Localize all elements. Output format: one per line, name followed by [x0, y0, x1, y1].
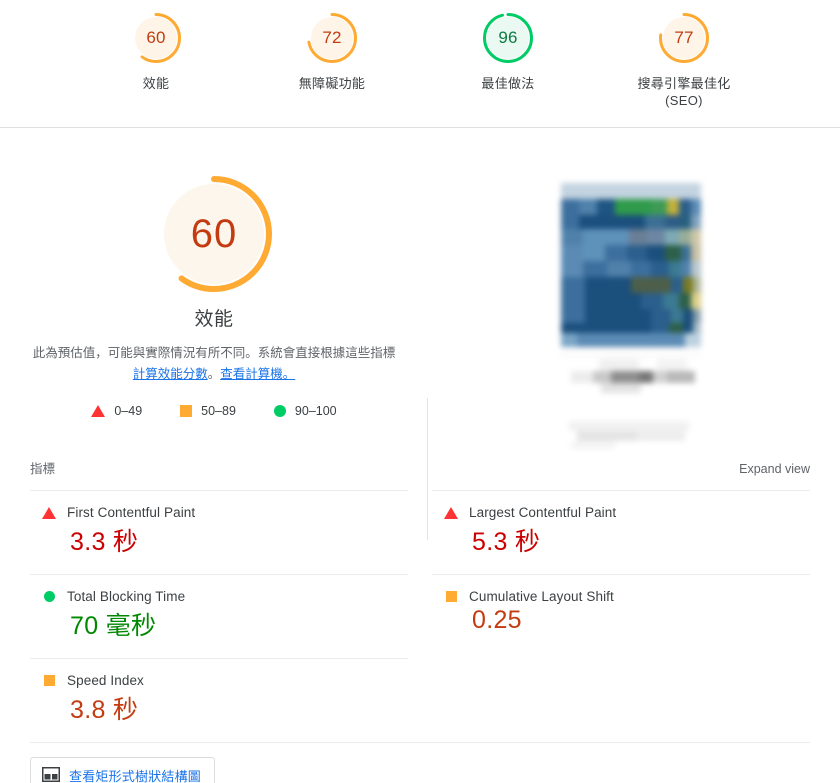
- performance-description-text: 此為預估值，可能與實際情況有所不同。系統會直接根據這些指標: [32, 346, 396, 360]
- metric-speed-index[interactable]: Speed Index 3.8 秒: [30, 658, 408, 742]
- score-legend: 0–49 50–89 90–100: [91, 404, 337, 418]
- metric-value: 3.8 秒: [70, 696, 139, 724]
- metric-name: Total Blocking Time: [67, 589, 186, 604]
- metric-total-blocking-time[interactable]: Total Blocking Time 70 毫秒: [30, 574, 408, 658]
- circle-icon: [43, 591, 55, 602]
- view-calculator-link[interactable]: 查看計算機。: [220, 367, 295, 381]
- performance-section: 60 效能 此為預估值，可能與實際情況有所不同。系統會直接根據這些指標計算效能分…: [0, 128, 840, 540]
- category-score-accessibility[interactable]: 72 無障礙功能: [272, 10, 392, 92]
- triangle-icon: [42, 506, 56, 519]
- mini-gauge-score-accessibility: 72: [322, 28, 342, 47]
- mini-gauge-accessibility: 72: [304, 10, 360, 66]
- mini-gauge-score-best-practices: 96: [498, 28, 518, 47]
- legend-range-poor: 0–49: [114, 404, 143, 418]
- view-treemap-button[interactable]: 查看矩形式樹狀結構圖: [30, 757, 216, 783]
- legend-item-average: 50–89: [180, 404, 236, 418]
- triangle-icon: [444, 506, 458, 519]
- page-thumbnail-column: [428, 128, 840, 460]
- category-scores-strip: 60 效能 72 無障礙功能 96 最佳做法 77 搜尋引擎最佳化 (SEO): [0, 0, 840, 128]
- legend-item-good: 90–100: [273, 404, 337, 418]
- thumbnail-pixels: [561, 183, 701, 460]
- page-screenshot-thumbnail: [546, 175, 701, 460]
- performance-description: 此為預估值，可能與實際情況有所不同。系統會直接根據這些指標計算效能分數。查看計算…: [28, 343, 400, 385]
- category-label-best-practices: 最佳做法: [481, 76, 535, 91]
- expand-view-button[interactable]: Expand view: [739, 462, 810, 476]
- mini-gauge-best-practices: 96: [480, 10, 536, 66]
- metric-value: 5.3 秒: [472, 528, 541, 556]
- mini-gauge-seo: 77: [656, 10, 712, 66]
- circle-icon: [273, 405, 286, 417]
- calculate-score-link[interactable]: 計算效能分數: [133, 367, 208, 381]
- metrics-section: 指標 Expand view First Contentful Paint 3.…: [0, 458, 840, 783]
- metric-name: Largest Contentful Paint: [469, 505, 617, 520]
- metric-name: Cumulative Layout Shift: [469, 589, 614, 604]
- legend-range-average: 50–89: [201, 404, 236, 418]
- section-vertical-divider: [427, 398, 428, 540]
- category-label-performance: 效能: [142, 76, 170, 91]
- category-label-accessibility: 無障礙功能: [298, 76, 366, 91]
- metric-value: 0.25: [472, 606, 522, 634]
- square-icon: [445, 591, 457, 602]
- metric-value: 3.3 秒: [70, 528, 139, 556]
- category-score-seo[interactable]: 77 搜尋引擎最佳化 (SEO): [624, 10, 744, 109]
- metrics-grid-spacer: [432, 658, 810, 742]
- metrics-header: 指標 Expand view: [30, 458, 810, 490]
- square-icon: [180, 405, 193, 417]
- performance-description-separator: 。: [207, 367, 221, 381]
- metric-value: 70 毫秒: [70, 612, 157, 640]
- metric-name: Speed Index: [67, 673, 144, 688]
- metric-largest-contentful-paint[interactable]: Largest Contentful Paint 5.3 秒: [432, 490, 810, 574]
- legend-range-good: 90–100: [294, 404, 337, 418]
- category-label-seo: 搜尋引擎最佳化 (SEO): [637, 76, 731, 108]
- treemap-icon: [41, 766, 61, 783]
- metric-name: First Contentful Paint: [67, 505, 196, 520]
- metric-cumulative-layout-shift[interactable]: Cumulative Layout Shift 0.25: [432, 574, 810, 658]
- legend-item-poor: 0–49: [91, 404, 142, 418]
- metric-first-contentful-paint[interactable]: First Contentful Paint 3.3 秒: [30, 490, 408, 574]
- square-icon: [43, 675, 55, 686]
- metrics-section-label: 指標: [30, 462, 56, 476]
- category-scores-row: 60 效能 72 無障礙功能 96 最佳做法 77 搜尋引擎最佳化 (SEO): [0, 0, 840, 109]
- metrics-footer: 查看矩形式樹狀結構圖: [30, 742, 810, 783]
- treemap-button-label: 查看矩形式樹狀結構圖: [69, 769, 202, 783]
- mini-gauge-score-seo: 77: [674, 28, 694, 47]
- category-score-performance[interactable]: 60 效能: [96, 10, 216, 92]
- performance-title: 效能: [194, 309, 234, 330]
- performance-score: 60: [190, 211, 238, 256]
- performance-gauge: 60: [150, 170, 278, 298]
- metrics-grid: First Contentful Paint 3.3 秒 Largest Con…: [30, 490, 810, 742]
- mini-gauge-score-performance: 60: [146, 28, 166, 47]
- triangle-icon: [91, 405, 106, 417]
- category-score-best-practices[interactable]: 96 最佳做法: [448, 10, 568, 92]
- performance-gauge-column: 60 效能 此為預估值，可能與實際情況有所不同。系統會直接根據這些指標計算效能分…: [0, 128, 428, 418]
- mini-gauge-performance: 60: [128, 10, 184, 66]
